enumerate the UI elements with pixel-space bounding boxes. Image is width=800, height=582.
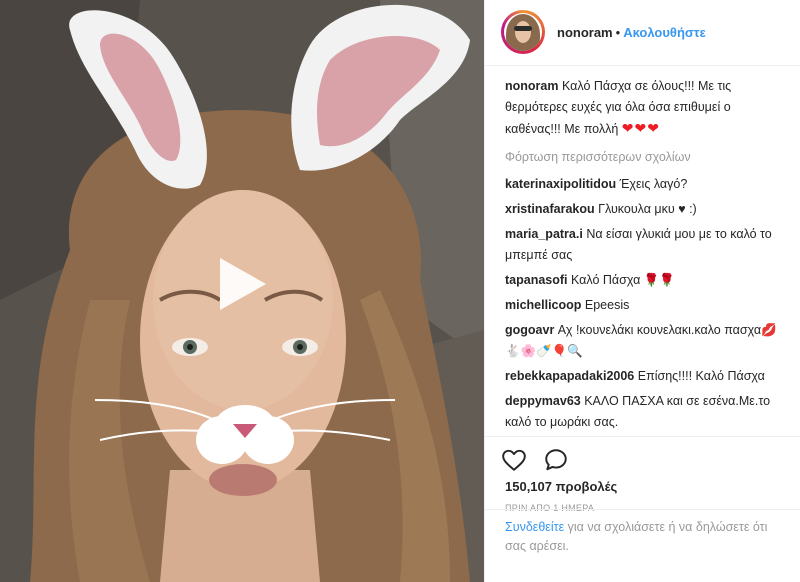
play-button[interactable] [208, 252, 272, 316]
comment-text: Epeesis [584, 298, 630, 312]
comment-username[interactable]: michellicoop [505, 298, 581, 312]
view-count[interactable]: 150,107 προβολές [505, 479, 617, 494]
post-header: nonoram • Ακολουθήστε [485, 0, 800, 66]
comment-text: Έχεις λαγό? [619, 177, 688, 191]
post-video[interactable] [0, 0, 484, 582]
comment-username[interactable]: tapanasofi [505, 273, 568, 287]
comment-username[interactable]: gogoavr [505, 323, 554, 337]
owner-line: nonoram • Ακολουθήστε [557, 25, 706, 40]
login-prompt: Συνδεθείτε για να σχολιάσετε ή να δηλώσε… [485, 509, 800, 556]
comment-username[interactable]: maria_patra.i [505, 227, 583, 241]
like-button[interactable] [501, 447, 527, 473]
owner-username[interactable]: nonoram [557, 25, 613, 40]
list-item: tapanasofi Καλό Πάσχα 🌹🌹 [505, 270, 789, 291]
post-actions: 150,107 προβολές ΠΡΙΝ ΑΠΟ 1 ΗΜΕΡΑ Συνδεθ… [485, 436, 800, 578]
comment-text: Επίσης!!!! Καλό Πάσχα [637, 369, 765, 383]
comments-list[interactable]: nonoram Καλό Πάσχα σε όλους!!! Με τις θε… [505, 76, 789, 436]
avatar-image [504, 13, 542, 51]
comment-username[interactable]: rebekkapapadaki2006 [505, 369, 634, 383]
list-item: rebekkapapadaki2006 Επίσης!!!! Καλό Πάσχ… [505, 366, 789, 387]
post-side-panel: nonoram • Ακολουθήστε nonoram Καλό Πάσχα σ… [484, 0, 800, 582]
comment-text: Γλυκουλα μκυ ♥ :) [598, 202, 697, 216]
avatar[interactable] [501, 10, 545, 54]
list-item: xristinafarakou Γλυκουλα μκυ ♥ :) [505, 199, 789, 220]
load-more-comments[interactable]: Φόρτωση περισσότερων σχολίων [505, 148, 789, 166]
list-item: katerinaxipolitidou Έχεις λαγό? [505, 174, 789, 195]
comment-username[interactable]: deppymav63 [505, 394, 581, 408]
login-link[interactable]: Συνδεθείτε [505, 520, 564, 534]
list-item: maria_patra.i Να είσαι γλυκιά μου με το … [505, 224, 789, 266]
caption-username[interactable]: nonoram [505, 79, 558, 93]
comment-username[interactable]: xristinafarakou [505, 202, 595, 216]
comment-bubble-icon [545, 449, 567, 471]
follow-button[interactable]: Ακολουθήστε [623, 25, 706, 40]
heart-outline-icon [502, 449, 526, 471]
comment-username[interactable]: katerinaxipolitidou [505, 177, 616, 191]
comment-button[interactable] [543, 447, 569, 473]
list-item: michellicoop Epeesis [505, 295, 789, 316]
list-item: deppymav63 ΚΑΛΟ ΠΑΣΧΑ και σε εσένα.Με.το… [505, 391, 789, 433]
post-caption: nonoram Καλό Πάσχα σε όλους!!! Με τις θε… [505, 76, 789, 140]
list-item: gogoavr Αχ !κουνελάκι κουνελακι.καλο πασ… [505, 320, 789, 362]
separator-dot: • [615, 25, 621, 40]
caption-hearts: ❤❤❤ [621, 120, 660, 136]
comment-text: Καλό Πάσχα 🌹🌹 [571, 273, 675, 287]
play-icon [220, 258, 266, 310]
